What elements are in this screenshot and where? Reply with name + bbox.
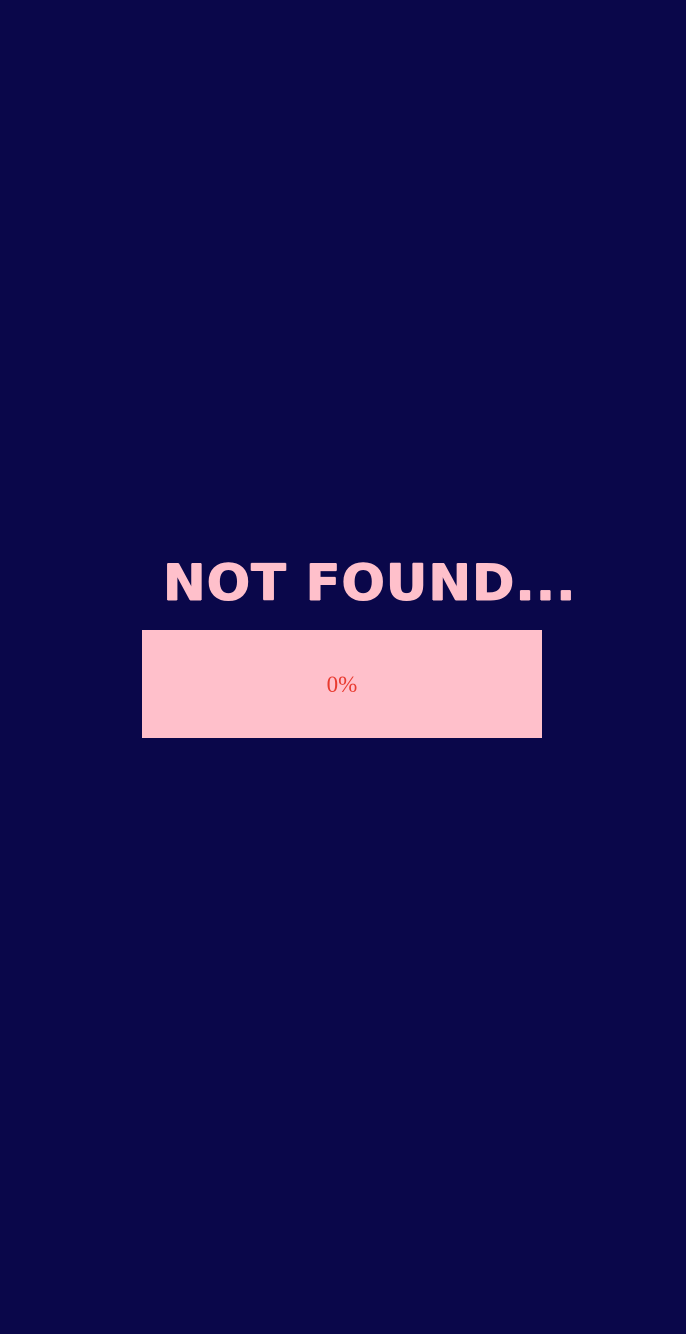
loading-progress-bar: 0% bbox=[142, 630, 542, 738]
not-found-screen: NOT FOUND... 0% bbox=[0, 0, 686, 1334]
progress-percentage: 0% bbox=[326, 672, 358, 697]
not-found-title: NOT FOUND... bbox=[163, 554, 577, 612]
